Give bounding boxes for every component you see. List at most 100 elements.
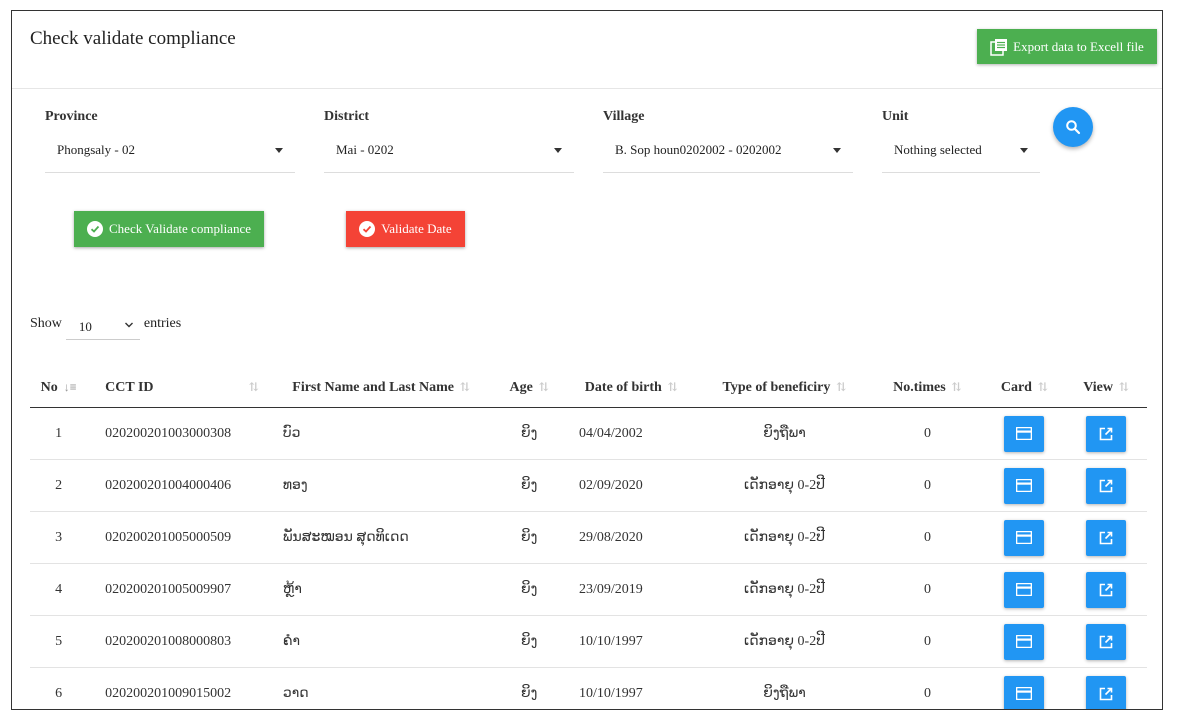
table-row: 6 020200201009015002 ວາດ ຍິງ 10/10/1997 ຍິງຖື… (30, 667, 1147, 709)
table-row: 2 020200201004000406 ທອງ ຍິງ 02/09/2020 ເດັກອ… (30, 459, 1147, 512)
view-button[interactable] (1086, 519, 1127, 556)
search-icon (1066, 120, 1081, 135)
province-select[interactable]: Phongsaly - 02 (45, 137, 295, 173)
table-row: 1 020200201003000308 ບົວ ຍິງ 04/04/2002 ຍິງຖື… (30, 407, 1147, 460)
cell-times: 0 (871, 407, 984, 460)
sort-icon: ⇅ (538, 380, 549, 394)
view-button[interactable] (1086, 467, 1127, 504)
cell-view (1065, 511, 1147, 564)
village-filter: Village B. Sop houn0202002 - 0202002 (603, 109, 853, 173)
district-value: Mai - 0202 (336, 142, 394, 157)
cell-age: ຍິງ (493, 459, 565, 512)
export-label: Export data to Excell file (1013, 38, 1144, 54)
column-header-no[interactable]: No ↓≡ (30, 369, 88, 408)
open-in-new-icon (1099, 479, 1113, 492)
card-button[interactable] (1004, 623, 1045, 660)
credit-card-icon (1016, 427, 1033, 440)
column-header-dob[interactable]: Date of birth ⇅ (564, 369, 698, 408)
spreadsheet-icon (990, 38, 1008, 56)
sort-icon: ⇅ (460, 380, 471, 394)
chevron-down-icon (124, 322, 133, 328)
cell-card (983, 459, 1066, 512)
column-header-name[interactable]: First Name and Last Name ⇅ (268, 369, 494, 408)
village-label: Village (603, 109, 645, 124)
sort-icon: ⇅ (1037, 380, 1049, 394)
search-button[interactable] (1053, 107, 1093, 147)
column-header-times[interactable]: No.times ⇅ (871, 369, 984, 408)
cell-no: 1 (30, 407, 88, 460)
column-header-age[interactable]: Age ⇅ (493, 369, 565, 408)
open-in-new-icon (1099, 635, 1113, 648)
cell-times: 0 (871, 615, 984, 668)
beneficiary-table: No ↓≡ CCT ID ⇅ First Name and Last Name ⇅ A… (30, 369, 1147, 709)
cell-name: ຄຳ (268, 615, 494, 668)
cell-cct-id: 020200201003000308 (87, 407, 269, 460)
province-value: Phongsaly - 02 (57, 142, 135, 157)
check-validate-label: Check Validate compliance (109, 221, 251, 236)
cell-age: ຍິງ (493, 563, 565, 616)
cell-dob: 23/09/2019 (564, 563, 698, 616)
column-header-cct-id[interactable]: CCT ID ⇅ (87, 369, 269, 408)
column-header-view[interactable]: View ⇅ (1065, 369, 1147, 408)
cell-view (1065, 615, 1147, 668)
cell-no: 4 (30, 563, 88, 616)
cell-cct-id: 020200201005009907 (87, 563, 269, 616)
cell-dob: 04/04/2002 (564, 407, 698, 460)
entries-select[interactable]: 10 (65, 314, 140, 340)
export-excel-button[interactable]: Export data to Excell file (977, 29, 1157, 64)
view-button[interactable] (1086, 571, 1127, 608)
cell-cct-id: 020200201005000509 (87, 511, 269, 564)
cell-type: ຍິງຖືພາ (697, 407, 872, 460)
view-button[interactable] (1086, 415, 1127, 452)
card-button[interactable] (1004, 519, 1045, 556)
credit-card-icon (1016, 531, 1033, 544)
card-button[interactable] (1004, 675, 1045, 709)
entries-value: 10 (78, 319, 92, 334)
view-button[interactable] (1086, 623, 1127, 660)
check-circle-icon (87, 221, 103, 237)
open-in-new-icon (1099, 427, 1113, 440)
cell-name: ວາດ (268, 667, 494, 709)
card-button[interactable] (1004, 467, 1045, 504)
card-button[interactable] (1004, 415, 1045, 452)
column-header-type[interactable]: Type of beneficiry ⇅ (697, 369, 872, 408)
cell-card (983, 511, 1066, 564)
cell-times: 0 (871, 459, 984, 512)
cell-name: ທອງ (268, 459, 494, 512)
cell-type: ເດັກອາຍຸ 0-2ປີ (697, 615, 872, 668)
cell-no: 5 (30, 615, 88, 668)
check-circle-icon (359, 221, 376, 237)
credit-card-icon (1016, 687, 1033, 700)
district-select[interactable]: Mai - 0202 (324, 137, 574, 173)
card-button[interactable] (1004, 571, 1045, 608)
caret-down-icon (554, 148, 562, 153)
cell-age: ຍິງ (493, 615, 565, 668)
cell-card (983, 407, 1066, 460)
unit-label: Unit (882, 109, 909, 124)
view-button[interactable] (1086, 675, 1127, 709)
open-in-new-icon (1099, 583, 1113, 596)
cell-no: 3 (30, 511, 88, 564)
table-row: 5 020200201008000803 ຄຳ ຍິງ 10/10/1997 ເດັກອາ… (30, 615, 1147, 668)
caret-down-icon (1020, 148, 1028, 153)
cell-cct-id: 020200201009015002 (87, 667, 269, 709)
unit-filter: Unit Nothing selected (882, 109, 1040, 173)
sort-icon: ⇅ (836, 380, 847, 394)
cell-name: ພັນສະໝອນ ສຸດທິເດດ (268, 511, 494, 564)
open-in-new-icon (1099, 531, 1113, 544)
entries-suffix: entries (143, 316, 182, 331)
validate-date-label: Validate Date (381, 221, 452, 236)
check-validate-compliance-button[interactable]: Check Validate compliance (74, 211, 264, 247)
cell-name: ຫຼ້າ (268, 563, 494, 616)
validate-date-button[interactable]: Validate Date (346, 211, 465, 247)
cell-cct-id: 020200201008000803 (87, 615, 269, 668)
unit-select[interactable]: Nothing selected (882, 137, 1040, 173)
cell-cct-id: 020200201004000406 (87, 459, 269, 512)
entries-control: Show 10 entries (30, 311, 182, 340)
column-header-card[interactable]: Card ⇅ (983, 369, 1066, 408)
cell-dob: 02/09/2020 (564, 459, 698, 512)
village-select[interactable]: B. Sop houn0202002 - 0202002 (603, 137, 853, 173)
cell-times: 0 (871, 511, 984, 564)
table-row: 3 020200201005000509 ພັນສະໝອນ ສຸດທິເດດ ຍິງ 2… (30, 511, 1147, 564)
sort-asc-icon: ↓≡ (63, 380, 77, 394)
